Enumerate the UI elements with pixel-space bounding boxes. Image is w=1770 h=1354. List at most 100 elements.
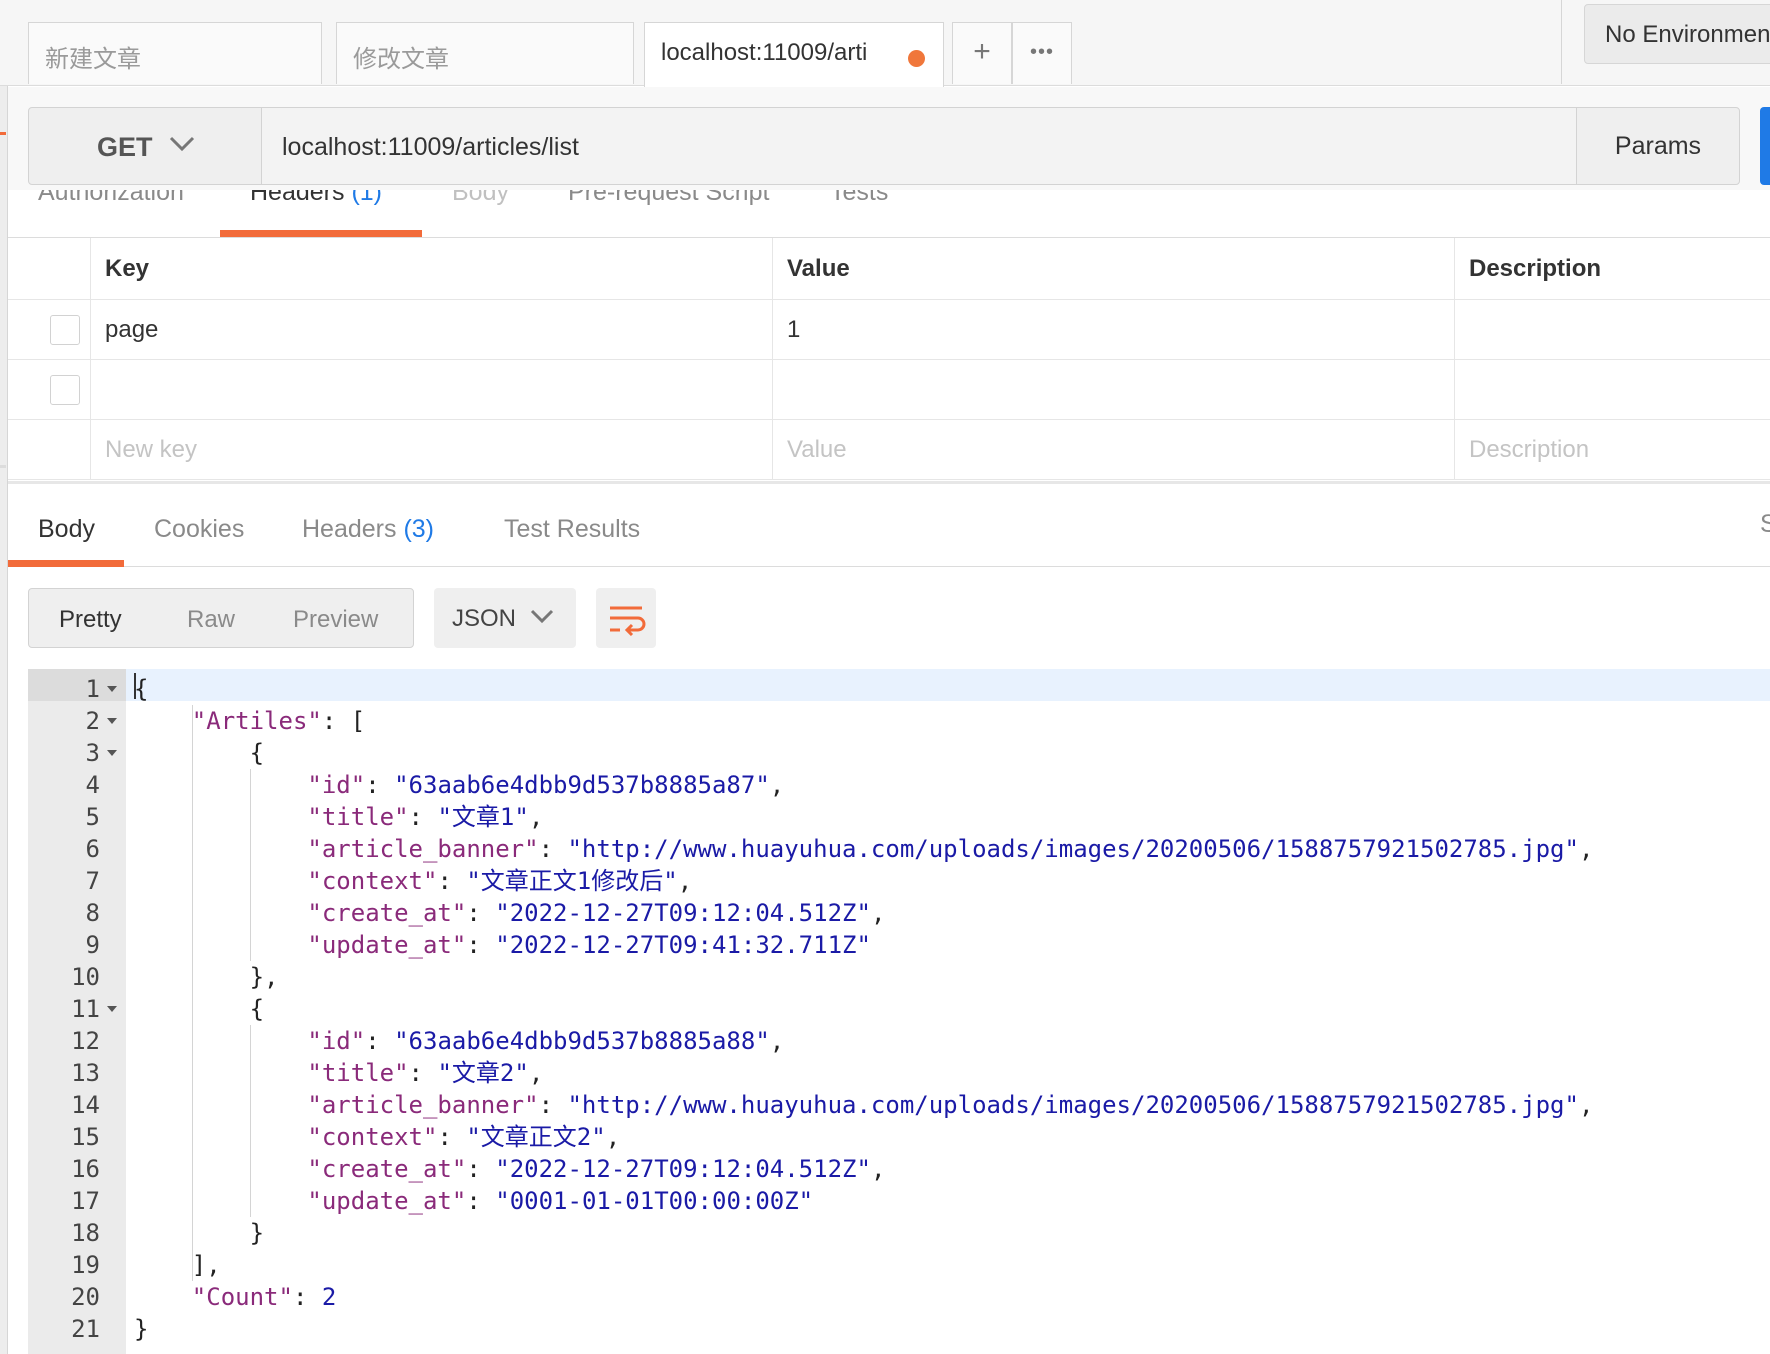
tab-pre-request-script[interactable]: Pre-request Script <box>568 190 769 207</box>
tab-new-article[interactable]: 新建文章 <box>28 22 322 84</box>
tab-authorization[interactable]: Authorization <box>38 190 184 207</box>
line-number: 18 <box>71 1219 100 1247</box>
response-body-editor[interactable]: 1 {2 "Artiles": [3 {4 "id": "63aab6e4dbb9… <box>28 669 1770 1354</box>
param-description-field[interactable] <box>1454 360 1770 419</box>
tab-label: localhost:11009/arti <box>661 39 868 66</box>
params-label: Params <box>1614 132 1702 160</box>
wrap-lines-button[interactable] <box>596 588 656 648</box>
url-text: localhost:11009/articles/list <box>282 133 579 161</box>
param-key-field[interactable]: page <box>90 300 772 359</box>
url-input[interactable]: localhost:11009/articles/list <box>261 107 1577 185</box>
code-line: "context": "文章正文1修改后", <box>307 867 693 895</box>
code-line: }, <box>134 963 279 991</box>
code-line: "Count": 2 <box>191 1283 337 1311</box>
line-number: 7 <box>85 867 100 895</box>
new-value-input[interactable]: Value <box>772 420 1454 479</box>
code-line: } <box>134 1219 265 1247</box>
chevron-down-icon <box>530 609 554 624</box>
code-line: "create_at": "2022-12-27T09:12:04.512Z", <box>307 1155 886 1183</box>
line-number: 16 <box>71 1155 100 1183</box>
code-line: { <box>134 675 149 703</box>
code-line: ], <box>134 1251 221 1279</box>
code-line: "title": "文章2", <box>307 1059 544 1087</box>
table-header-row: Key Value Description <box>8 238 1770 300</box>
new-description-input[interactable]: Description <box>1454 420 1770 479</box>
code-line: "update_at": "0001-01-01T00:00:00Z" <box>307 1187 814 1215</box>
row-checkbox[interactable] <box>50 315 80 345</box>
tab-tests[interactable]: Tests <box>830 190 888 207</box>
tab-label: Body <box>38 515 95 543</box>
method-select[interactable]: GET <box>28 107 262 185</box>
line-number: 13 <box>71 1059 100 1087</box>
param-key-field[interactable] <box>90 360 772 419</box>
code-line: "update_at": "2022-12-27T09:41:32.711Z" <box>307 931 871 959</box>
environment-label: No Environment <box>1605 21 1770 48</box>
indent-guide <box>249 1025 251 1217</box>
table-row <box>8 360 1770 420</box>
params-button[interactable]: Params <box>1576 107 1740 185</box>
tab-headers[interactable]: Headers (1) <box>250 190 382 207</box>
line-number: 17 <box>71 1187 100 1215</box>
tab-label: Body <box>452 190 509 206</box>
tab-label: Pre-request Script <box>568 190 770 206</box>
indent-guide <box>249 769 251 961</box>
send-button[interactable] <box>1760 107 1770 185</box>
plus-icon: + <box>973 35 991 68</box>
fold-toggle-icon[interactable] <box>107 750 117 756</box>
tab-count: (3) <box>403 515 435 543</box>
code-line: } <box>134 1315 149 1343</box>
tab-edit-article[interactable]: 修改文章 <box>336 22 634 84</box>
code-line: "article_banner": "http://www.huayuhua.c… <box>307 835 1594 863</box>
wrap-lines-icon <box>610 606 646 637</box>
active-tab-indicator <box>8 560 124 567</box>
sidebar-marker <box>0 465 6 468</box>
text-cursor <box>134 673 136 699</box>
new-key-input[interactable]: New key <box>90 420 772 479</box>
line-number: 4 <box>85 771 100 799</box>
tab-body[interactable]: Body <box>452 190 509 207</box>
language-select[interactable]: JSON <box>434 588 576 648</box>
tab-label: 修改文章 <box>353 46 449 73</box>
environment-select[interactable]: No Environment <box>1584 4 1770 64</box>
tab-options-button[interactable]: ••• <box>1012 22 1072 84</box>
line-number: 2 <box>85 707 100 735</box>
tab-label: Authorization <box>38 190 184 206</box>
table-row: page 1 <box>8 300 1770 360</box>
tab-label: Cookies <box>154 515 245 543</box>
code-line: "article_banner": "http://www.huayuhua.c… <box>307 1091 1594 1119</box>
tab-label: Test Results <box>504 515 641 543</box>
format-mode-group: Pretty Raw Preview <box>28 588 414 648</box>
indent-guide <box>191 705 193 1281</box>
response-status-truncated: S <box>1760 510 1770 538</box>
pretty-button[interactable]: Pretty <box>59 606 122 634</box>
line-number: 8 <box>85 899 100 927</box>
fold-toggle-icon[interactable] <box>107 1006 117 1012</box>
tab-label: Tests <box>830 190 889 206</box>
line-number: 14 <box>71 1091 100 1119</box>
fold-toggle-icon[interactable] <box>107 686 117 692</box>
tab-label: 新建文章 <box>45 46 141 73</box>
tab-active-request[interactable]: localhost:11009/arti <box>644 22 944 87</box>
new-tab-button[interactable]: + <box>952 22 1012 84</box>
chevron-down-icon <box>169 136 195 152</box>
fold-toggle-icon[interactable] <box>107 718 117 724</box>
line-number: 5 <box>85 803 100 831</box>
line-number: 19 <box>71 1251 100 1279</box>
tab-response-headers[interactable]: Headers (3) <box>302 515 434 544</box>
param-value-field[interactable] <box>772 360 1454 419</box>
row-checkbox[interactable] <box>50 375 80 405</box>
tab-response-body[interactable]: Body <box>38 515 95 544</box>
tab-label: Headers <box>250 190 345 206</box>
raw-button[interactable]: Raw <box>187 606 235 634</box>
param-description-field[interactable] <box>1454 300 1770 359</box>
preview-button[interactable]: Preview <box>293 606 378 634</box>
param-value-field[interactable]: 1 <box>772 300 1454 359</box>
sidebar-marker <box>0 132 6 135</box>
code-line: "create_at": "2022-12-27T09:12:04.512Z", <box>307 899 886 927</box>
line-number: 11 <box>71 995 100 1023</box>
line-number: 10 <box>71 963 100 991</box>
tab-response-cookies[interactable]: Cookies <box>154 515 244 544</box>
divider <box>8 481 1770 484</box>
tab-test-results[interactable]: Test Results <box>504 515 640 544</box>
line-number: 1 <box>85 675 100 703</box>
